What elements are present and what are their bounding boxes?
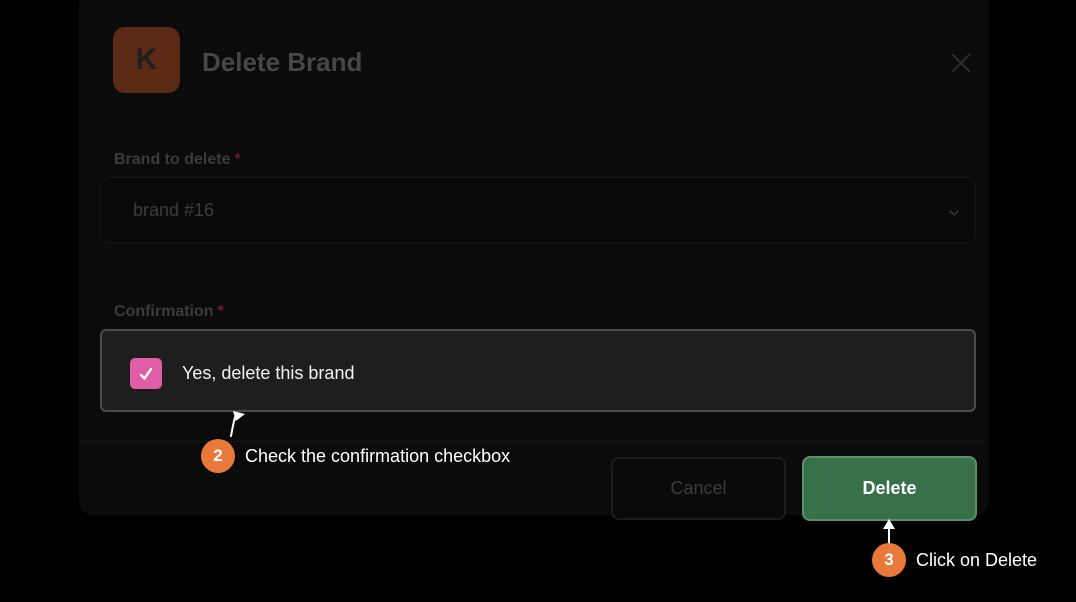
- brand-label-text: Brand to delete: [114, 151, 231, 168]
- brand-field-label: Brand to delete *: [114, 151, 241, 169]
- confirmation-label-text: Confirmation: [114, 303, 214, 320]
- step-3-instruction: Click on Delete: [916, 550, 1038, 570]
- confirmation-checkbox-row[interactable]: Yes, delete this brand: [100, 329, 976, 412]
- brand-logo: K: [113, 27, 180, 93]
- delete-button[interactable]: Delete: [802, 456, 977, 521]
- required-marker: *: [217, 303, 224, 320]
- chevron-down-icon: [949, 210, 959, 217]
- step-2-badge: 2: [201, 439, 235, 473]
- confirmation-checkbox[interactable]: [130, 358, 162, 389]
- checkmark-icon: [139, 367, 153, 380]
- confirmation-field-label: Confirmation *: [114, 303, 224, 321]
- logo-letter: K: [135, 43, 158, 76]
- brand-select[interactable]: brand #16: [100, 177, 976, 243]
- dialog-title: Delete Brand: [202, 47, 363, 77]
- step-3-badge: 3: [872, 543, 906, 577]
- pointer-arrow-icon: [230, 411, 245, 437]
- required-marker: *: [234, 151, 241, 168]
- pointer-arrow-icon: [883, 519, 895, 545]
- confirmation-checkbox-label[interactable]: Yes, delete this brand: [182, 363, 354, 384]
- brand-select-value: brand #16: [133, 200, 215, 220]
- step-2-instruction: Check the confirmation checkbox: [245, 446, 511, 466]
- close-icon[interactable]: [950, 52, 972, 74]
- cancel-button[interactable]: Cancel: [611, 457, 786, 520]
